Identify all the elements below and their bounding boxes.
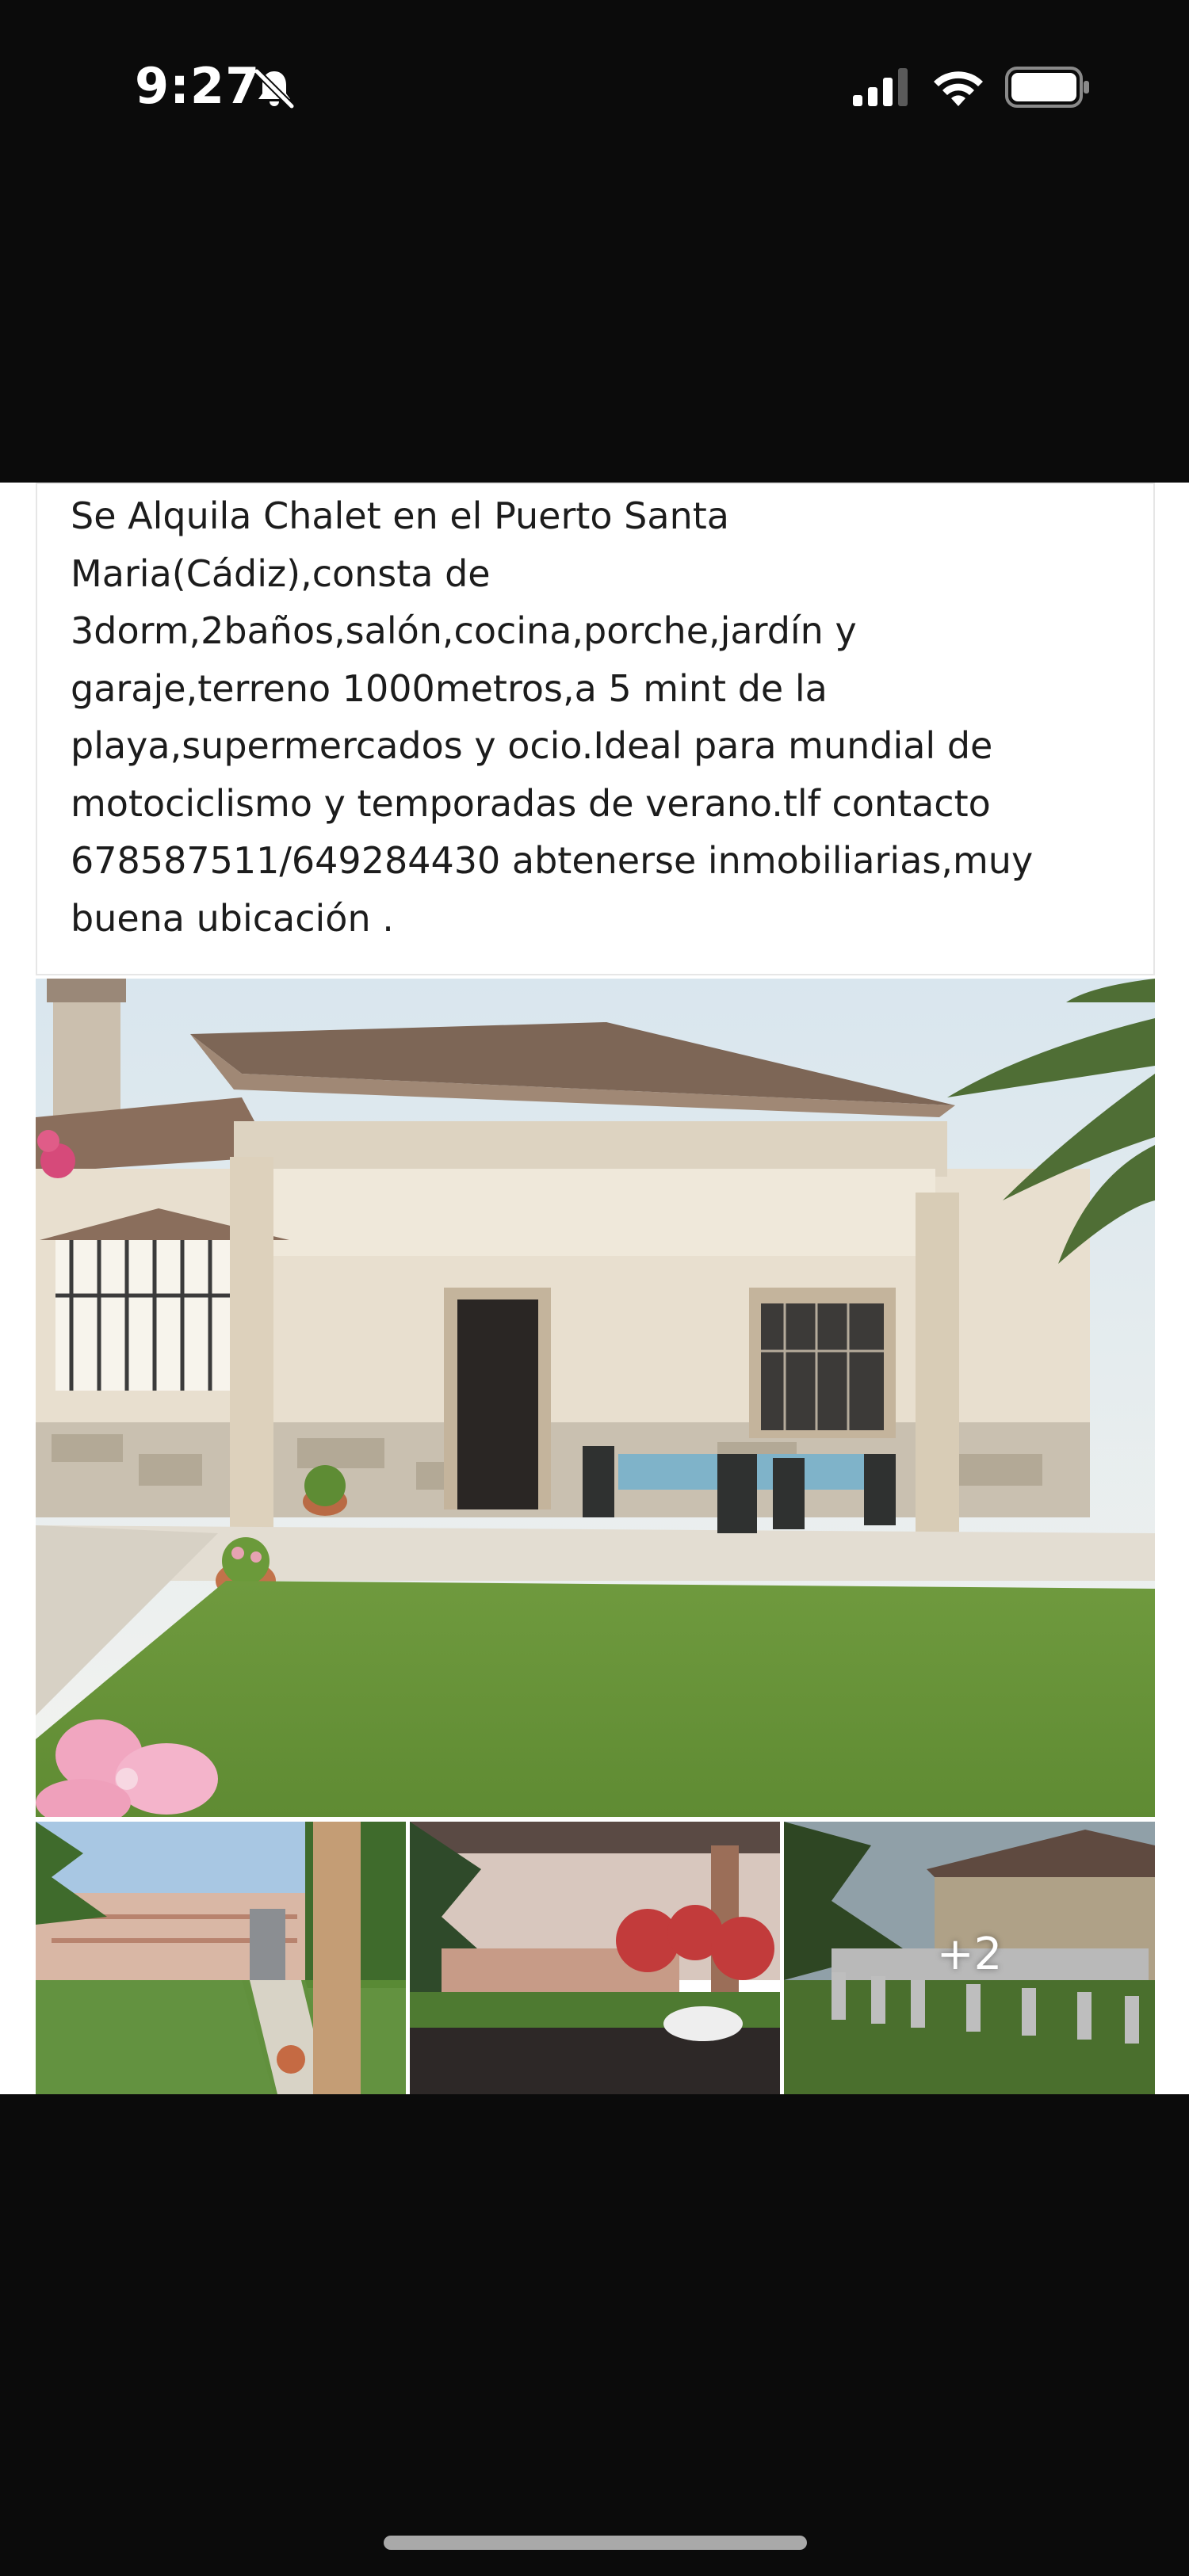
thumbnail-row: +2 — [36, 1822, 1155, 2094]
more-photos-count: +2 — [936, 1928, 1003, 1980]
garden-gate-photo-image — [36, 1822, 406, 2094]
status-time: 9:27 — [135, 57, 261, 115]
house-photo-image — [36, 979, 1155, 1817]
thumbnail-photo[interactable] — [410, 1822, 780, 2094]
thumbnail-photo[interactable] — [36, 1822, 406, 2094]
battery-icon — [1005, 67, 1089, 108]
porch-view-photo-image — [410, 1822, 780, 2094]
bell-slash-icon — [254, 68, 295, 109]
more-photos-overlay[interactable]: +2 — [784, 1822, 1155, 2094]
thumbnail-photo[interactable]: +2 — [784, 1822, 1155, 2094]
post-card: Se Alquila Chalet en el Puerto Santa Mar… — [0, 483, 1189, 2094]
home-indicator[interactable] — [384, 2536, 807, 2550]
post-text-container: Se Alquila Chalet en el Puerto Santa Mar… — [36, 483, 1155, 975]
main-photo[interactable] — [36, 979, 1155, 1817]
wifi-icon — [934, 71, 983, 106]
status-bar: 9:27 — [0, 0, 1189, 174]
cellular-signal-icon — [853, 68, 908, 106]
post-text[interactable]: Se Alquila Chalet en el Puerto Santa Mar… — [71, 487, 1133, 947]
